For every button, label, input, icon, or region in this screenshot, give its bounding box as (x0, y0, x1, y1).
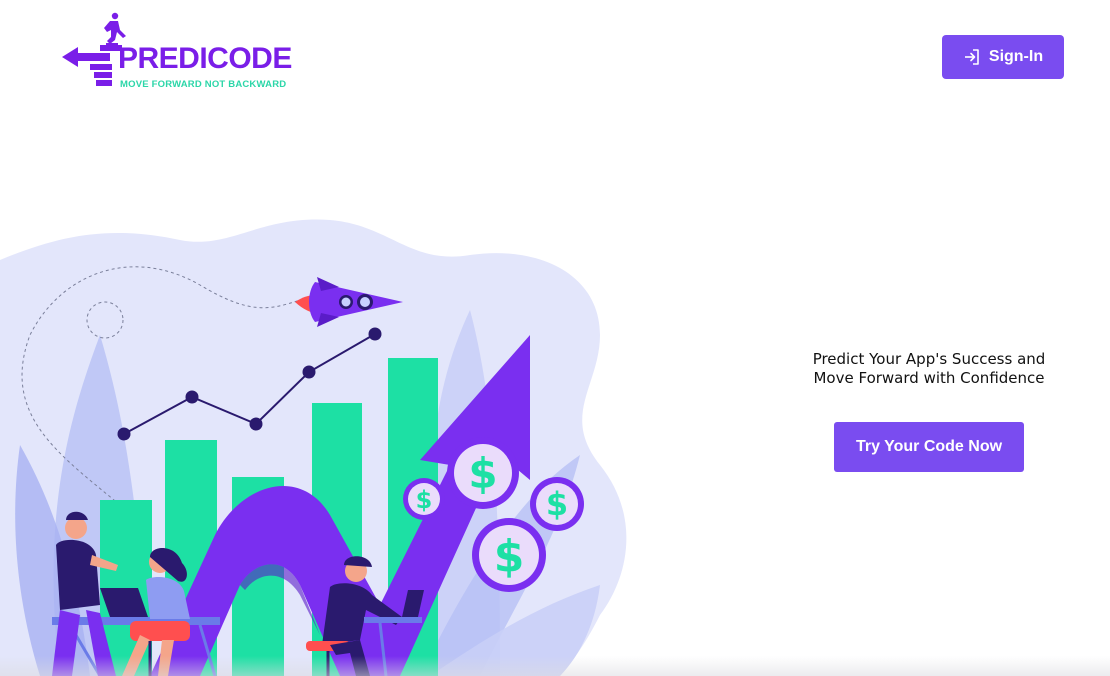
logo-tagline: MOVE FORWARD NOT BACKWARD (120, 79, 287, 90)
bottom-fade (0, 656, 1110, 676)
growth-illustration: $ $ $ $ (0, 219, 627, 676)
try-code-button[interactable]: Try Your Code Now (834, 422, 1024, 472)
predicode-logo[interactable]: PREDICODE MOVE FORWARD NOT BACKWARD (60, 12, 292, 92)
sign-in-button[interactable]: Sign-In (942, 35, 1064, 79)
hero-headline: Predict Your App's Success and Move Forw… (812, 350, 1046, 387)
logo-wordmark: PREDICODE (118, 42, 292, 75)
svg-text:$: $ (546, 485, 568, 523)
landing-page: PREDICODE MOVE FORWARD NOT BACKWARD Sign… (0, 0, 1110, 676)
login-arrow-icon (964, 49, 979, 65)
svg-text:$: $ (494, 531, 525, 582)
svg-text:$: $ (468, 449, 497, 498)
sign-in-label: Sign-In (988, 48, 1044, 65)
svg-text:$: $ (416, 486, 433, 514)
